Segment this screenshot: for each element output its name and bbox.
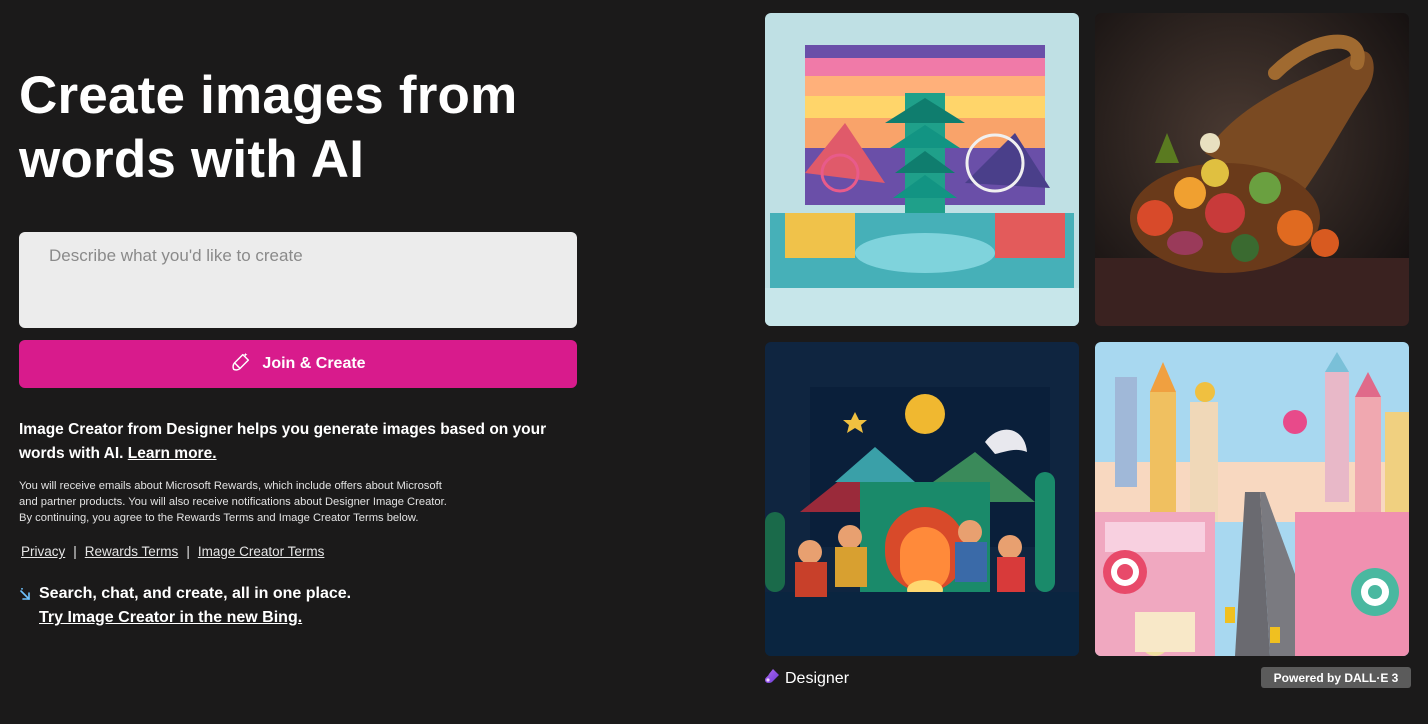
designer-label: Designer	[785, 669, 850, 687]
description-body: Image Creator from Designer helps you ge…	[19, 421, 547, 462]
gallery-image-campfire	[765, 342, 1079, 656]
gallery-image-candy-city	[1095, 342, 1409, 656]
prompt-input[interactable]	[19, 232, 577, 328]
legal-links: Privacy | Rewards Terms | Image Creator …	[21, 544, 324, 559]
headline-line-1: Create images from	[19, 66, 518, 125]
gallery-image-pagoda	[765, 13, 1079, 326]
try-new-bing-link[interactable]: Try Image Creator in the new Bing.	[39, 606, 439, 630]
gallery-image-cornucopia	[1095, 13, 1409, 326]
designer-brand: Designer	[764, 668, 849, 689]
headline-line-2: words with AI	[19, 130, 365, 189]
page-title: Create images from words with AI	[19, 64, 599, 192]
join-and-create-button[interactable]: Join & Create	[19, 340, 577, 388]
join-button-label: Join & Create	[262, 355, 366, 372]
image-creator-terms-link[interactable]: Image Creator Terms	[198, 544, 325, 559]
learn-more-link[interactable]: Learn more.	[128, 445, 217, 462]
promo-text: Search, chat, and create, all in one pla…	[39, 585, 352, 602]
link-separator: |	[186, 544, 190, 559]
fine-print-line-3: By continuing, you agree to the Rewards …	[19, 512, 419, 524]
fine-print-line-2: and partner products. You will also rece…	[19, 496, 447, 508]
powered-by-badge: Powered by DALL·E 3	[1261, 667, 1411, 688]
designer-logo-icon	[764, 668, 780, 689]
fine-print-line-1: You will receive emails about Microsoft …	[19, 480, 442, 492]
arrow-sparkle-icon	[19, 586, 33, 600]
privacy-link[interactable]: Privacy	[21, 544, 65, 559]
link-separator: |	[73, 544, 77, 559]
bing-promo: Search, chat, and create, all in one pla…	[19, 582, 439, 630]
description-text: Image Creator from Designer helps you ge…	[19, 418, 579, 466]
rewards-terms-link[interactable]: Rewards Terms	[85, 544, 179, 559]
magic-brush-icon	[230, 351, 252, 378]
fine-print: You will receive emails about Microsoft …	[19, 478, 489, 526]
